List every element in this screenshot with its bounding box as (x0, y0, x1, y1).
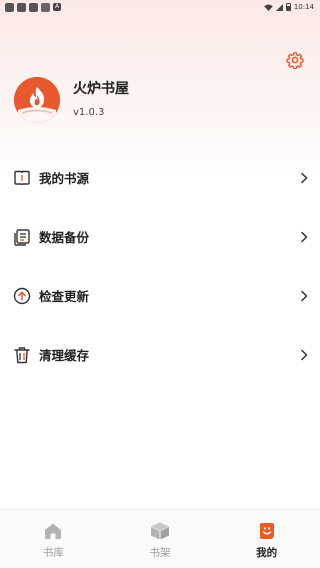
status-bar: A 10:14 (0, 0, 320, 14)
bottom-nav: 书库 书架 我的 (0, 509, 320, 568)
trash-icon (13, 346, 31, 364)
profile-header: 火炉书屋 v1.0.3 (14, 77, 129, 123)
chevron-right-icon (301, 231, 308, 242)
menu-item-label: 检查更新 (39, 289, 90, 304)
notification-icons: A (5, 2, 61, 12)
menu-item-clear-cache[interactable]: 清理缓存 (0, 325, 320, 384)
gear-icon (286, 52, 304, 69)
app-name: 火炉书屋 (73, 80, 129, 97)
tab-bookshelf[interactable]: 书架 (107, 510, 214, 568)
update-icon (13, 287, 31, 305)
menu-item-book-sources[interactable]: 我的书源 (0, 148, 320, 207)
wifi-icon (263, 3, 273, 11)
system-status: 10:14 (263, 3, 314, 11)
book-source-icon (13, 169, 31, 187)
menu-item-data-backup[interactable]: 数据备份 (0, 207, 320, 266)
app-version: v1.0.3 (73, 106, 105, 118)
backup-icon (13, 228, 31, 246)
signal-icon (275, 3, 283, 11)
menu-item-label: 我的书源 (39, 171, 90, 186)
app-notification-icon (29, 2, 38, 12)
screen: A 10:14 火炉书屋 v1.0.3 我的书源 数据备份 检查更新 清理缓存 … (0, 0, 320, 568)
tab-label: 书架 (149, 547, 171, 559)
menu-item-label: 数据备份 (39, 230, 90, 245)
menu-item-label: 清理缓存 (39, 348, 90, 363)
box-icon (150, 522, 170, 540)
chevron-right-icon (301, 172, 308, 183)
home-icon (43, 522, 63, 540)
tab-library[interactable]: 书库 (0, 510, 107, 568)
status-time: 10:14 (293, 3, 314, 11)
profile-face-icon (257, 522, 277, 540)
image-icon (41, 2, 50, 12)
app-notification-icon (5, 2, 14, 12)
menu-list: 我的书源 数据备份 检查更新 清理缓存 (0, 148, 320, 384)
tab-label: 我的 (256, 547, 278, 559)
a-icon: A (53, 3, 61, 11)
menu-item-check-update[interactable]: 检查更新 (0, 266, 320, 325)
fire-logo-icon (14, 77, 60, 123)
avatar (14, 77, 60, 123)
app-notification-icon (17, 2, 26, 12)
tab-mine[interactable]: 我的 (213, 510, 320, 568)
tab-label: 书库 (42, 547, 64, 559)
chevron-right-icon (301, 290, 308, 301)
chevron-right-icon (301, 349, 308, 360)
battery-icon (285, 3, 291, 11)
settings-button[interactable] (284, 49, 306, 71)
